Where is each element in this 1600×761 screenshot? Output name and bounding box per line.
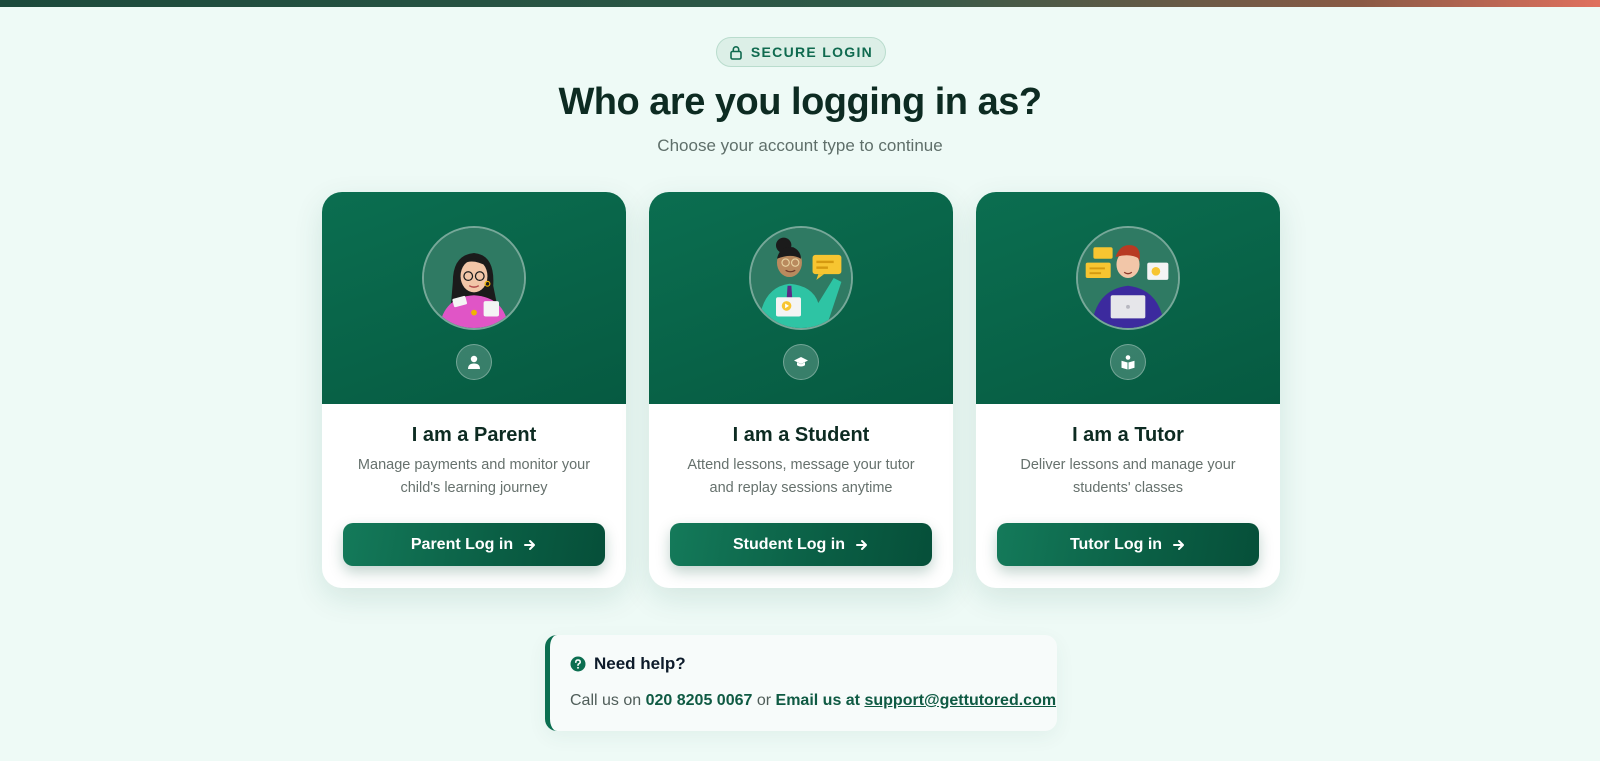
card-title: I am a Parent xyxy=(411,424,537,446)
role-badge xyxy=(456,344,492,380)
call-prefix: Call us on xyxy=(570,692,642,709)
support-email-link[interactable]: support@gettutored.com xyxy=(864,692,1056,709)
card-header xyxy=(976,192,1280,404)
badge-label: SECURE LOGIN xyxy=(750,44,874,60)
student-card: I am a Student Attend lessons, message y… xyxy=(649,192,953,588)
arrow-right-icon xyxy=(1173,539,1185,550)
arrow-right-icon xyxy=(524,539,536,550)
help-contact-line: Call us on 020 8205 0067 or Email us at … xyxy=(570,692,1056,710)
help-box: Need help? Call us on 020 8205 0067 or E… xyxy=(545,635,1057,731)
page-subtitle: Choose your account type to continue xyxy=(657,136,943,155)
tutor-card: I am a Tutor Deliver lessons and manage … xyxy=(976,192,1280,588)
lock-icon xyxy=(730,45,742,60)
card-description: Attend lessons, message your tutor and r… xyxy=(687,457,915,496)
parent-card: I am a Parent Manage payments and monito… xyxy=(322,192,626,588)
role-badge xyxy=(783,344,819,380)
email-label: Email us at xyxy=(775,692,861,709)
graduation-cap-icon xyxy=(794,357,808,367)
arrow-right-icon xyxy=(855,539,867,550)
card-title: I am a Student xyxy=(732,424,870,446)
top-accent-bar xyxy=(0,0,1600,7)
page-title: Who are you logging in as? xyxy=(558,81,1042,123)
phone-number[interactable]: 020 8205 0067 xyxy=(646,692,753,709)
card-title: I am a Tutor xyxy=(1072,424,1184,446)
tutor-login-button[interactable]: Tutor Log in xyxy=(997,523,1259,566)
parent-login-button[interactable]: Parent Log in xyxy=(343,523,605,566)
button-label: Student Log in xyxy=(733,535,845,553)
secure-login-badge: SECURE LOGIN xyxy=(716,37,886,67)
book-reader-icon xyxy=(1121,355,1135,370)
parent-illustration xyxy=(422,226,526,330)
or-text: or xyxy=(756,692,772,709)
help-title: Need help? xyxy=(594,654,686,673)
student-illustration xyxy=(749,226,853,330)
user-icon xyxy=(468,355,480,369)
help-header: Need help? xyxy=(570,654,686,674)
card-header xyxy=(649,192,953,404)
card-description: Deliver lessons and manage your students… xyxy=(1020,457,1236,496)
tutor-illustration xyxy=(1076,226,1180,330)
student-login-button[interactable]: Student Log in xyxy=(670,523,932,566)
question-circle-icon xyxy=(570,656,586,672)
button-label: Parent Log in xyxy=(410,535,514,553)
role-badge xyxy=(1110,344,1146,380)
button-label: Tutor Log in xyxy=(1069,535,1163,553)
card-header xyxy=(322,192,626,404)
card-description: Manage payments and monitor your child's… xyxy=(357,457,591,496)
